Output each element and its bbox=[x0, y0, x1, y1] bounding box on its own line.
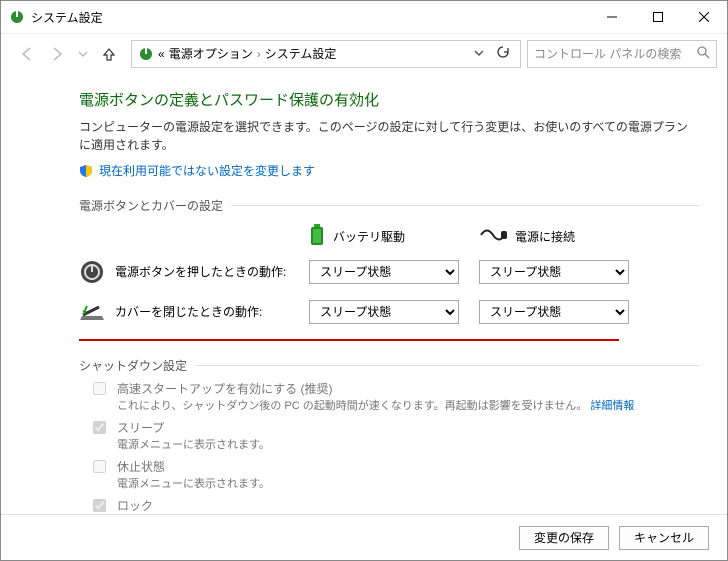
cancel-button[interactable]: キャンセル bbox=[619, 526, 709, 550]
shutdown-list: 高速スタートアップを有効にする (推奨) これにより、シャットダウン後の PC … bbox=[79, 380, 699, 515]
plug-icon bbox=[479, 228, 507, 245]
chevron-right-icon: › bbox=[257, 47, 261, 61]
sleep-checkbox[interactable] bbox=[93, 421, 106, 434]
recent-dropdown[interactable] bbox=[75, 42, 91, 66]
breadcrumb-current[interactable]: システム設定 bbox=[265, 45, 337, 62]
search-icon bbox=[696, 45, 710, 62]
refresh-button[interactable] bbox=[492, 45, 514, 62]
hibernate-item: 休止状態 電源メニューに表示されます。 bbox=[89, 458, 699, 491]
power-button-icon bbox=[79, 259, 105, 285]
window-title: システム設定 bbox=[31, 9, 103, 26]
lid-close-row: カバーを閉じたときの動作: スリープ状態 スリープ状態 bbox=[79, 299, 699, 325]
page-heading: 電源ボタンの定義とパスワード保護の有効化 bbox=[79, 89, 699, 110]
power-table: バッテリ駆動 電源に接続 電源ボタンを押したときの動作: スリープ状態 bbox=[79, 224, 699, 341]
nav-up-button[interactable] bbox=[97, 42, 121, 66]
fast-startup-item: 高速スタートアップを有効にする (推奨) これにより、シャットダウン後の PC … bbox=[89, 380, 699, 413]
plugged-column-label: 電源に接続 bbox=[515, 228, 575, 245]
addressbar-dropdown[interactable] bbox=[470, 47, 488, 61]
hibernate-title: 休止状態 bbox=[117, 458, 270, 475]
titlebar: システム設定 bbox=[1, 1, 727, 33]
nav-back-button[interactable] bbox=[15, 42, 39, 66]
minimize-button[interactable] bbox=[589, 1, 635, 33]
admin-settings-link-text: 現在利用可能ではない設定を変更します bbox=[99, 162, 315, 179]
nav-forward-button[interactable] bbox=[45, 42, 69, 66]
content: 電源ボタンの定義とパスワード保護の有効化 コンピューターの電源設定を選択できます… bbox=[1, 73, 727, 514]
search-input[interactable]: コントロール パネルの検索 bbox=[527, 40, 717, 68]
power-options-icon bbox=[9, 9, 25, 25]
power-button-row-label: 電源ボタンを押したときの動作: bbox=[115, 263, 286, 280]
power-button-plugged-select[interactable]: スリープ状態 bbox=[479, 260, 629, 284]
power-buttons-group-label: 電源ボタンとカバーの設定 bbox=[79, 197, 699, 214]
laptop-lid-icon bbox=[79, 299, 105, 325]
breadcrumb-parent[interactable]: 電源オプション bbox=[169, 45, 253, 62]
close-button[interactable] bbox=[681, 1, 727, 33]
save-button[interactable]: 変更の保存 bbox=[519, 526, 609, 550]
window: システム設定 bbox=[0, 0, 728, 561]
lid-close-plugged-select[interactable]: スリープ状態 bbox=[479, 300, 629, 324]
sleep-item: スリープ 電源メニューに表示されます。 bbox=[89, 419, 699, 452]
shield-icon bbox=[79, 164, 93, 178]
fast-startup-sub: これにより、シャットダウン後の PC の起動時間が速くなります。再起動は影響を受… bbox=[117, 400, 587, 412]
lock-title: ロック bbox=[117, 497, 336, 514]
maximize-button[interactable] bbox=[635, 1, 681, 33]
battery-column-label: バッテリ駆動 bbox=[333, 228, 405, 245]
fast-startup-info-link[interactable]: 詳細情報 bbox=[590, 397, 634, 413]
hibernate-checkbox[interactable] bbox=[93, 460, 106, 473]
page-description: コンピューターの電源設定を選択できます。このページの設定に対して行う変更は、お使… bbox=[79, 118, 699, 154]
lock-checkbox[interactable] bbox=[93, 499, 106, 512]
addressbar[interactable]: « 電源オプション › システム設定 bbox=[131, 40, 521, 68]
power-options-icon bbox=[138, 46, 154, 62]
footer: 変更の保存 キャンセル bbox=[1, 514, 727, 560]
search-placeholder: コントロール パネルの検索 bbox=[534, 45, 696, 62]
breadcrumb-prefix: « bbox=[158, 47, 165, 61]
lock-item: ロック アカウントの画像メニューに表示されます。 bbox=[89, 497, 699, 515]
lid-close-battery-select[interactable]: スリープ状態 bbox=[309, 300, 459, 324]
fast-startup-checkbox[interactable] bbox=[93, 382, 106, 395]
battery-icon bbox=[309, 224, 325, 249]
admin-settings-link[interactable]: 現在利用可能ではない設定を変更します bbox=[79, 162, 315, 179]
lid-close-row-label: カバーを閉じたときの動作: bbox=[115, 303, 262, 320]
highlight-underline bbox=[79, 339, 619, 341]
hibernate-sub: 電源メニューに表示されます。 bbox=[117, 475, 270, 491]
shutdown-group-label: シャットダウン設定 bbox=[79, 357, 699, 374]
navbar: « 電源オプション › システム設定 コントロール パネルの検索 bbox=[1, 33, 727, 73]
sleep-title: スリープ bbox=[117, 419, 270, 436]
fast-startup-title: 高速スタートアップを有効にする (推奨) bbox=[117, 380, 634, 397]
sleep-sub: 電源メニューに表示されます。 bbox=[117, 436, 270, 452]
power-button-row: 電源ボタンを押したときの動作: スリープ状態 スリープ状態 bbox=[79, 259, 699, 285]
power-button-battery-select[interactable]: スリープ状態 bbox=[309, 260, 459, 284]
